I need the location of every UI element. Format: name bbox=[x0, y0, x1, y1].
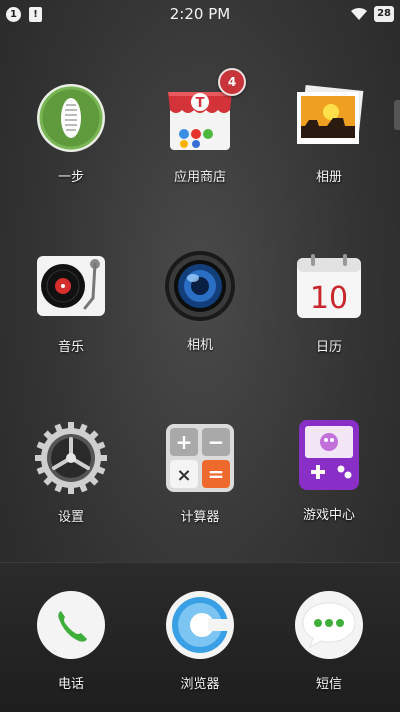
sms-icon bbox=[293, 589, 365, 661]
notification-badge: 4 bbox=[218, 68, 246, 96]
app-camera[interactable]: 相机 bbox=[145, 250, 255, 353]
calendar-icon: 10 bbox=[293, 252, 365, 324]
settings-gear-icon bbox=[20, 407, 122, 509]
app-label: 设置 bbox=[57, 510, 84, 525]
app-label: 电话 bbox=[57, 677, 84, 692]
calculator-icon: + − × = bbox=[164, 422, 236, 494]
browser-icon bbox=[164, 589, 236, 661]
app-label: 相册 bbox=[315, 170, 342, 185]
app-label: 一步 bbox=[57, 170, 84, 185]
app-label: 浏览器 bbox=[180, 677, 220, 692]
app-store-icon: T 4 bbox=[164, 68, 246, 154]
app-music[interactable]: 音乐 bbox=[16, 252, 126, 355]
game-center-icon bbox=[293, 420, 365, 492]
app-label: 相机 bbox=[186, 338, 213, 353]
calendar-day: 10 bbox=[310, 281, 348, 316]
photo-album-icon bbox=[293, 82, 365, 154]
status-clock: 2:20 PM bbox=[169, 5, 231, 23]
app-yibu[interactable]: 一步 bbox=[16, 82, 126, 185]
dock: 电话 浏览器 短信 bbox=[0, 562, 400, 712]
store-letter: T bbox=[196, 96, 205, 111]
calc-key-equals: = bbox=[208, 462, 225, 486]
app-settings[interactable]: 设置 bbox=[16, 407, 126, 525]
music-turntable-icon bbox=[35, 252, 107, 324]
yibu-shoe-icon bbox=[35, 82, 107, 154]
app-store[interactable]: T 4 应用商店 bbox=[145, 68, 255, 185]
battery-icon: 28 bbox=[374, 6, 394, 22]
app-album[interactable]: 相册 bbox=[274, 82, 384, 185]
wifi-icon bbox=[351, 7, 368, 20]
app-calendar[interactable]: 10 日历 bbox=[274, 252, 384, 355]
page-edge-indicator bbox=[394, 100, 400, 130]
app-label: 游戏中心 bbox=[302, 508, 355, 523]
app-label: 日历 bbox=[315, 340, 342, 355]
app-label: 应用商店 bbox=[173, 170, 226, 185]
app-label: 短信 bbox=[315, 677, 342, 692]
app-calculator[interactable]: + − × = 计算器 bbox=[145, 422, 255, 525]
phone-icon bbox=[35, 589, 107, 661]
app-phone[interactable]: 电话 bbox=[16, 589, 126, 692]
app-game-center[interactable]: 游戏中心 bbox=[274, 420, 384, 523]
app-browser[interactable]: 浏览器 bbox=[145, 589, 255, 692]
calc-key-minus: − bbox=[208, 430, 225, 454]
calc-key-plus: + bbox=[176, 430, 193, 454]
status-bar: 1 ! 2:20 PM 28 bbox=[0, 0, 400, 30]
app-label: 计算器 bbox=[180, 510, 220, 525]
calc-key-times: × bbox=[176, 465, 191, 486]
app-label: 音乐 bbox=[57, 340, 84, 355]
camera-lens-icon bbox=[164, 250, 236, 322]
app-sms[interactable]: 短信 bbox=[274, 589, 384, 692]
